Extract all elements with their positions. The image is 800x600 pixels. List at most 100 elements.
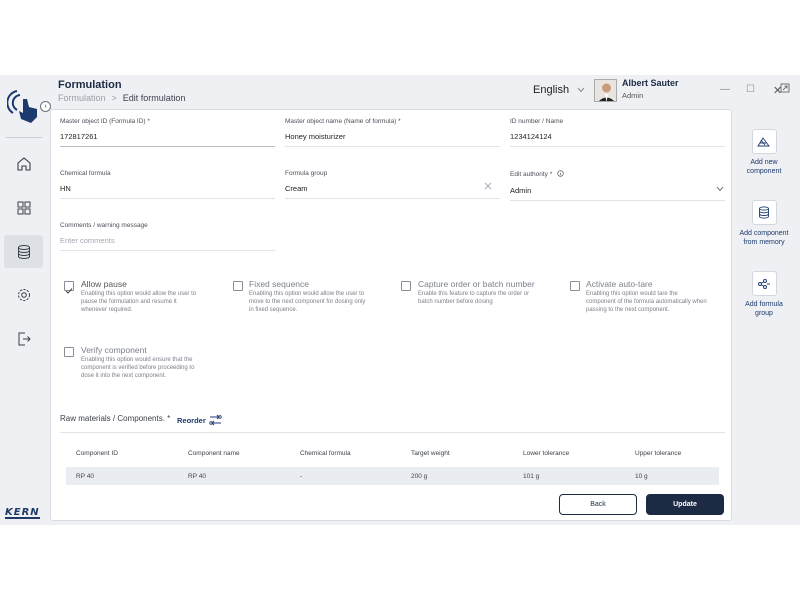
add-formula-group-button[interactable]: Add formula group	[737, 271, 791, 318]
option-desc-line: Enabling this option would tare the	[586, 291, 678, 297]
option-desc-line: whenever required.	[81, 307, 133, 313]
option-desc-line: pause the formulation and resume it	[81, 299, 177, 305]
fixed-sequence-checkbox[interactable]	[233, 281, 243, 291]
option-title: Capture order or batch number	[418, 279, 535, 289]
clear-icon[interactable]	[484, 182, 492, 190]
maximize-button[interactable]: ☐	[746, 84, 755, 95]
option-desc-line: Enabling this option would ensure that t…	[81, 357, 193, 363]
column-header: Component name	[188, 450, 240, 457]
update-button[interactable]: Update	[646, 494, 724, 515]
edit-authority-label: Edit authority *	[510, 170, 564, 178]
master-id-underline	[60, 146, 275, 147]
language-selector[interactable]: English	[533, 84, 585, 96]
language-label: English	[533, 84, 570, 96]
edit-authority-underline	[510, 200, 725, 201]
chemical-formula-label: Chemical formula	[60, 170, 111, 177]
reorder-label: Reorder	[177, 415, 206, 425]
table-cell: RP 40	[188, 473, 206, 480]
option-title: Fixed sequence	[249, 279, 310, 289]
auto-tare-checkbox[interactable]	[570, 281, 580, 291]
components-section-label: Raw materials / Components. *	[60, 414, 171, 423]
option-title: Verify component	[81, 345, 147, 355]
id-number-underline	[510, 146, 725, 147]
comments-underline	[60, 250, 275, 251]
nav-database[interactable]	[4, 235, 43, 268]
back-button[interactable]: Back	[559, 494, 637, 515]
rail-label: Add formula group	[745, 301, 783, 317]
option-desc-line: batch number before dosing	[418, 299, 493, 305]
settings-icon	[17, 288, 30, 301]
info-icon[interactable]	[557, 170, 564, 177]
flask-icon	[757, 136, 770, 146]
chemical-formula-field[interactable]: HN	[60, 184, 71, 193]
add-new-component-button[interactable]: Add new component	[737, 129, 791, 176]
capture-order-checkbox[interactable]	[401, 281, 411, 291]
column-header: Component ID	[76, 450, 118, 457]
chevron-down-icon[interactable]	[716, 186, 724, 192]
master-name-underline	[285, 146, 500, 147]
option-title: Activate auto-tare	[586, 279, 653, 289]
checkmark-icon	[65, 288, 73, 294]
logout-icon	[18, 332, 31, 345]
comments-input[interactable]: Enter comments	[60, 236, 115, 245]
edit-authority-select[interactable]: Admin	[510, 186, 531, 195]
dashboard-icon	[17, 201, 30, 214]
kern-logo-icon	[7, 90, 37, 123]
column-header: Target weight	[411, 450, 450, 457]
option-desc-line: move to the next component for dosing on…	[249, 299, 366, 305]
option-desc-line: in fixed sequence.	[249, 307, 298, 313]
column-header: Chemical formula	[300, 450, 351, 457]
option-desc-line: component of the formula automatically w…	[586, 299, 707, 305]
table-cell: -	[300, 473, 303, 480]
allow-pause-checkbox[interactable]	[64, 281, 74, 294]
sidebar: › KERN	[0, 75, 51, 525]
expand-icon[interactable]	[780, 83, 790, 93]
master-id-label: Master object ID (Formula ID) *	[60, 118, 150, 125]
option-desc-line: Enable this feature to capture the order…	[418, 291, 530, 297]
table-cell: 200 g	[411, 473, 428, 480]
table-row[interactable]: RP 40 RP 40 - 200 g 101 g 10 g	[66, 467, 719, 485]
breadcrumb-separator: >	[111, 93, 117, 103]
user-role: Admin	[622, 91, 644, 100]
chemical-formula-underline	[60, 198, 275, 199]
master-name-field[interactable]: Honey moisturizer	[285, 132, 345, 141]
database-icon	[759, 206, 769, 219]
rail-icon-box	[751, 200, 777, 225]
reorder-button[interactable]: Reorder	[177, 414, 222, 426]
id-number-field[interactable]: 1234124124	[510, 132, 552, 141]
rail-label: Add component from memory	[739, 230, 789, 246]
group-icon	[758, 278, 770, 289]
add-from-memory-button[interactable]: Add component from memory	[737, 200, 791, 247]
option-desc-line: Enabling this option would allow the use…	[249, 291, 365, 297]
avatar[interactable]	[594, 79, 617, 102]
section-divider	[60, 432, 725, 433]
column-header: Upper tolerance	[635, 450, 682, 457]
master-id-field[interactable]: 172817261	[60, 132, 98, 141]
formula-group-field[interactable]: Cream	[285, 184, 308, 193]
nav-home[interactable]	[4, 147, 43, 180]
id-number-label: ID number / Name	[510, 118, 564, 125]
comments-label: Comments / warning message	[60, 222, 148, 229]
verify-component-checkbox[interactable]	[64, 347, 74, 357]
formula-group-label: Formula group	[285, 170, 328, 177]
breadcrumb-root[interactable]: Formulation	[58, 93, 106, 103]
column-header: Lower tolerance	[523, 450, 570, 457]
table-cell: 101 g	[523, 473, 540, 480]
rail-label: Add new component	[746, 159, 782, 175]
master-name-label: Master object name (Name of formula) *	[285, 118, 401, 125]
edit-authority-label-text: Edit authority *	[510, 171, 553, 178]
option-desc-line: component is verified before proceeding …	[81, 365, 195, 371]
option-desc-line: Enabling this option would allow the use…	[81, 291, 197, 297]
option-title: Allow pause	[81, 279, 127, 289]
user-avatar-icon	[595, 80, 616, 101]
database-icon	[17, 244, 30, 259]
home-icon	[16, 156, 31, 171]
page-title: Formulation	[58, 79, 122, 91]
nav-logout[interactable]	[4, 322, 43, 355]
nav-divider	[6, 137, 42, 138]
reorder-icon	[209, 414, 222, 426]
nav-dashboard[interactable]	[4, 191, 43, 224]
option-desc-line: passing to the next component.	[586, 307, 670, 313]
nav-settings[interactable]	[4, 278, 43, 311]
minimize-button[interactable]: —	[720, 84, 730, 95]
